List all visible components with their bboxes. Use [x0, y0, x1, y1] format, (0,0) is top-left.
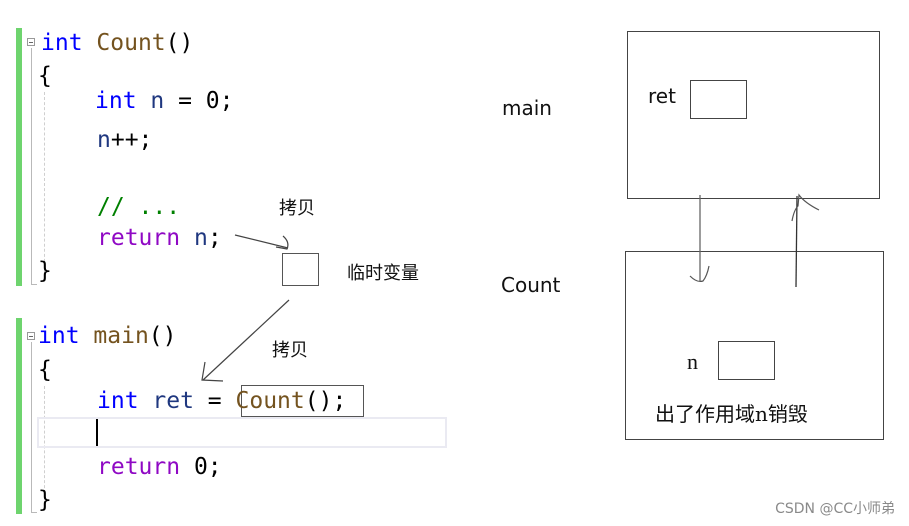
- code-token: int: [95, 88, 137, 114]
- code-line[interactable]: n++;: [97, 126, 152, 154]
- code-line[interactable]: int ret = Count();: [97, 387, 346, 415]
- code-token: ();: [304, 388, 347, 414]
- fold-end: [31, 512, 37, 513]
- indent-guide: [44, 92, 45, 272]
- code-line[interactable]: return 0;: [97, 453, 222, 481]
- temp-variable-box: [282, 253, 319, 286]
- code-token: int: [41, 30, 83, 56]
- code-token: n: [97, 127, 111, 153]
- code-token: Count: [235, 388, 305, 414]
- code-token: (): [165, 30, 194, 56]
- code-line[interactable]: int main(): [38, 322, 177, 350]
- code-token: ;: [207, 225, 222, 251]
- code-line[interactable]: return n;: [97, 224, 222, 252]
- code-line[interactable]: int n = 0;: [95, 87, 234, 115]
- code-token: Count: [96, 30, 166, 56]
- code-token: return: [97, 225, 181, 251]
- code-token: =: [193, 388, 236, 414]
- code-line[interactable]: int Count(): [41, 29, 193, 57]
- ret-variable-label: ret: [648, 84, 676, 108]
- code-line[interactable]: {: [38, 356, 52, 384]
- code-token: main: [93, 323, 149, 349]
- change-indicator-bar: [16, 28, 22, 286]
- fold-toggle-icon[interactable]: [27, 38, 35, 46]
- scope-destroy-note: 出了作用域n销毁: [655, 402, 808, 426]
- ret-variable-box: [690, 80, 747, 119]
- code-token: return: [97, 454, 181, 480]
- code-token: }: [38, 258, 52, 284]
- code-line[interactable]: // ...: [97, 193, 180, 221]
- n-variable-box: [718, 341, 775, 380]
- code-token: ret: [152, 388, 194, 414]
- count-frame-label: Count: [501, 273, 561, 297]
- text-caret: [96, 419, 98, 446]
- code-token: 0;: [180, 454, 222, 480]
- fold-line: [31, 48, 32, 284]
- fold-toggle-icon[interactable]: [27, 332, 35, 340]
- main-frame-label: main: [502, 96, 552, 120]
- code-token: // ...: [97, 194, 181, 220]
- fold-end: [31, 284, 37, 285]
- code-token: n: [193, 225, 208, 251]
- code-line[interactable]: }: [38, 257, 52, 285]
- change-indicator-bar: [16, 318, 22, 514]
- n-variable-label: n: [687, 349, 698, 374]
- temp-variable-label: 临时变量: [347, 263, 419, 284]
- code-token: int: [97, 388, 139, 414]
- code-token: {: [38, 357, 52, 383]
- code-token: n: [150, 88, 165, 114]
- current-line-highlight: [37, 417, 447, 448]
- code-line[interactable]: }: [38, 486, 52, 514]
- copy-annotation: 拷贝: [272, 340, 308, 361]
- code-token: (): [148, 323, 177, 349]
- main-stack-frame: [627, 31, 880, 199]
- code-token: int: [38, 323, 80, 349]
- code-token: }: [38, 487, 52, 513]
- code-token: = 0;: [164, 88, 234, 114]
- code-line[interactable]: {: [38, 62, 52, 90]
- watermark: CSDN @CC小师弟: [775, 501, 895, 517]
- code-token: {: [38, 63, 52, 89]
- copy-annotation: 拷贝: [279, 198, 315, 219]
- fold-line: [31, 342, 32, 512]
- code-token: ++;: [110, 127, 153, 153]
